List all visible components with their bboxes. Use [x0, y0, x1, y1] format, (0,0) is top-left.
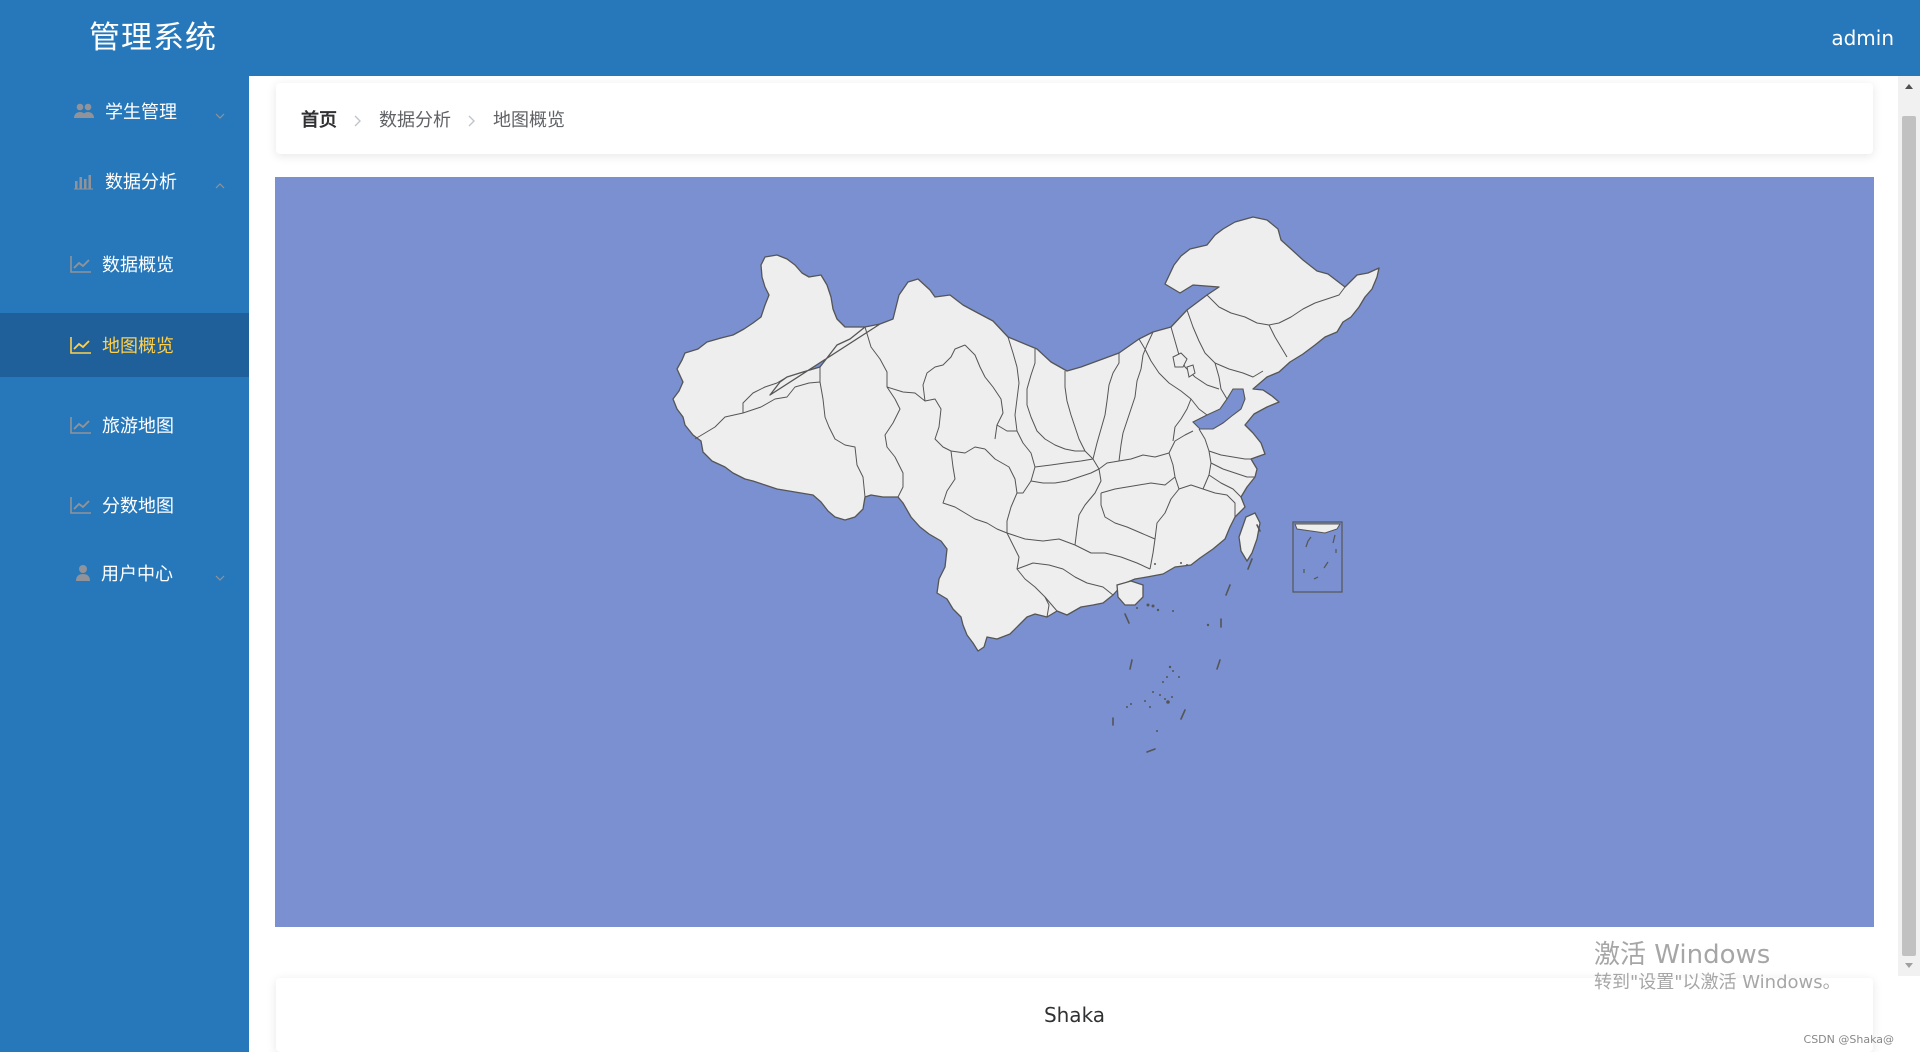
sidebar-item-data-overview[interactable]: 数据概览 [0, 232, 249, 296]
sidebar-item-label: 数据概览 [102, 255, 174, 276]
map-south-sea-inset [1292, 521, 1343, 593]
sidebar: 学生管理 数据分析 数据概览 地图概览 旅游地图 分数地图 用户中心 [0, 76, 249, 1052]
sidebar-item-label: 学生管理 [105, 102, 177, 123]
breadcrumb-current: 地图概览 [493, 109, 565, 131]
sidebar-item-label: 用户中心 [101, 564, 173, 585]
sidebar-item-user-center[interactable]: 用户中心 [0, 538, 249, 608]
line-chart-icon [70, 255, 92, 273]
windows-activation-watermark: 激活 Windows 转到"设置"以激活 Windows。 [1594, 939, 1841, 995]
line-chart-icon [70, 336, 92, 354]
map-mainland [672, 216, 1380, 652]
sidebar-item-map-overview[interactable]: 地图概览 [0, 313, 249, 377]
footer-text: Shaka [1043, 1003, 1106, 1027]
line-chart-icon [70, 496, 92, 514]
main-content: 首页 数据分析 地图概览 Shaka [249, 76, 1898, 1052]
sidebar-item-score-map[interactable]: 分数地图 [0, 473, 249, 537]
china-map[interactable] [275, 177, 1874, 927]
top-header: 管理系统 admin [0, 0, 1920, 76]
breadcrumb: 首页 数据分析 地图概览 [276, 83, 1873, 154]
sidebar-item-travel-map[interactable]: 旅游地图 [0, 393, 249, 457]
chevron-down-icon [215, 567, 225, 581]
sidebar-item-label: 地图概览 [102, 336, 174, 357]
sidebar-item-student-management[interactable]: 学生管理 [0, 76, 249, 146]
chevron-right-icon [347, 112, 369, 126]
csdn-watermark: CSDN @Shaka@ [1803, 1033, 1894, 1046]
sidebar-item-label: 旅游地图 [102, 416, 174, 437]
sidebar-item-label: 数据分析 [105, 172, 177, 193]
scrollbar-thumb[interactable] [1902, 116, 1916, 956]
chevron-up-icon [215, 175, 225, 189]
app-title: 管理系统 [89, 20, 217, 56]
line-chart-icon [70, 416, 92, 434]
map-taiwan [1238, 512, 1261, 563]
vertical-scrollbar[interactable] [1898, 76, 1920, 976]
scroll-up-arrow-icon[interactable] [1898, 76, 1920, 96]
chevron-right-icon [461, 112, 483, 126]
sidebar-item-label: 分数地图 [102, 496, 174, 517]
users-icon [73, 102, 95, 120]
scroll-down-arrow-icon[interactable] [1898, 956, 1920, 976]
user-icon [75, 564, 91, 582]
breadcrumb-data-analysis[interactable]: 数据分析 [379, 106, 451, 132]
sidebar-item-data-analysis[interactable]: 数据分析 [0, 146, 249, 216]
watermark-title: 激活 Windows [1594, 940, 1771, 970]
watermark-subtitle: 转到"设置"以激活 Windows。 [1594, 972, 1841, 993]
user-menu[interactable]: admin [1831, 24, 1894, 52]
breadcrumb-home[interactable]: 首页 [301, 106, 337, 132]
map-hainan [1116, 580, 1144, 606]
china-map-panel[interactable] [275, 177, 1874, 927]
chevron-down-icon [215, 105, 225, 119]
bar-chart-icon [73, 172, 95, 190]
